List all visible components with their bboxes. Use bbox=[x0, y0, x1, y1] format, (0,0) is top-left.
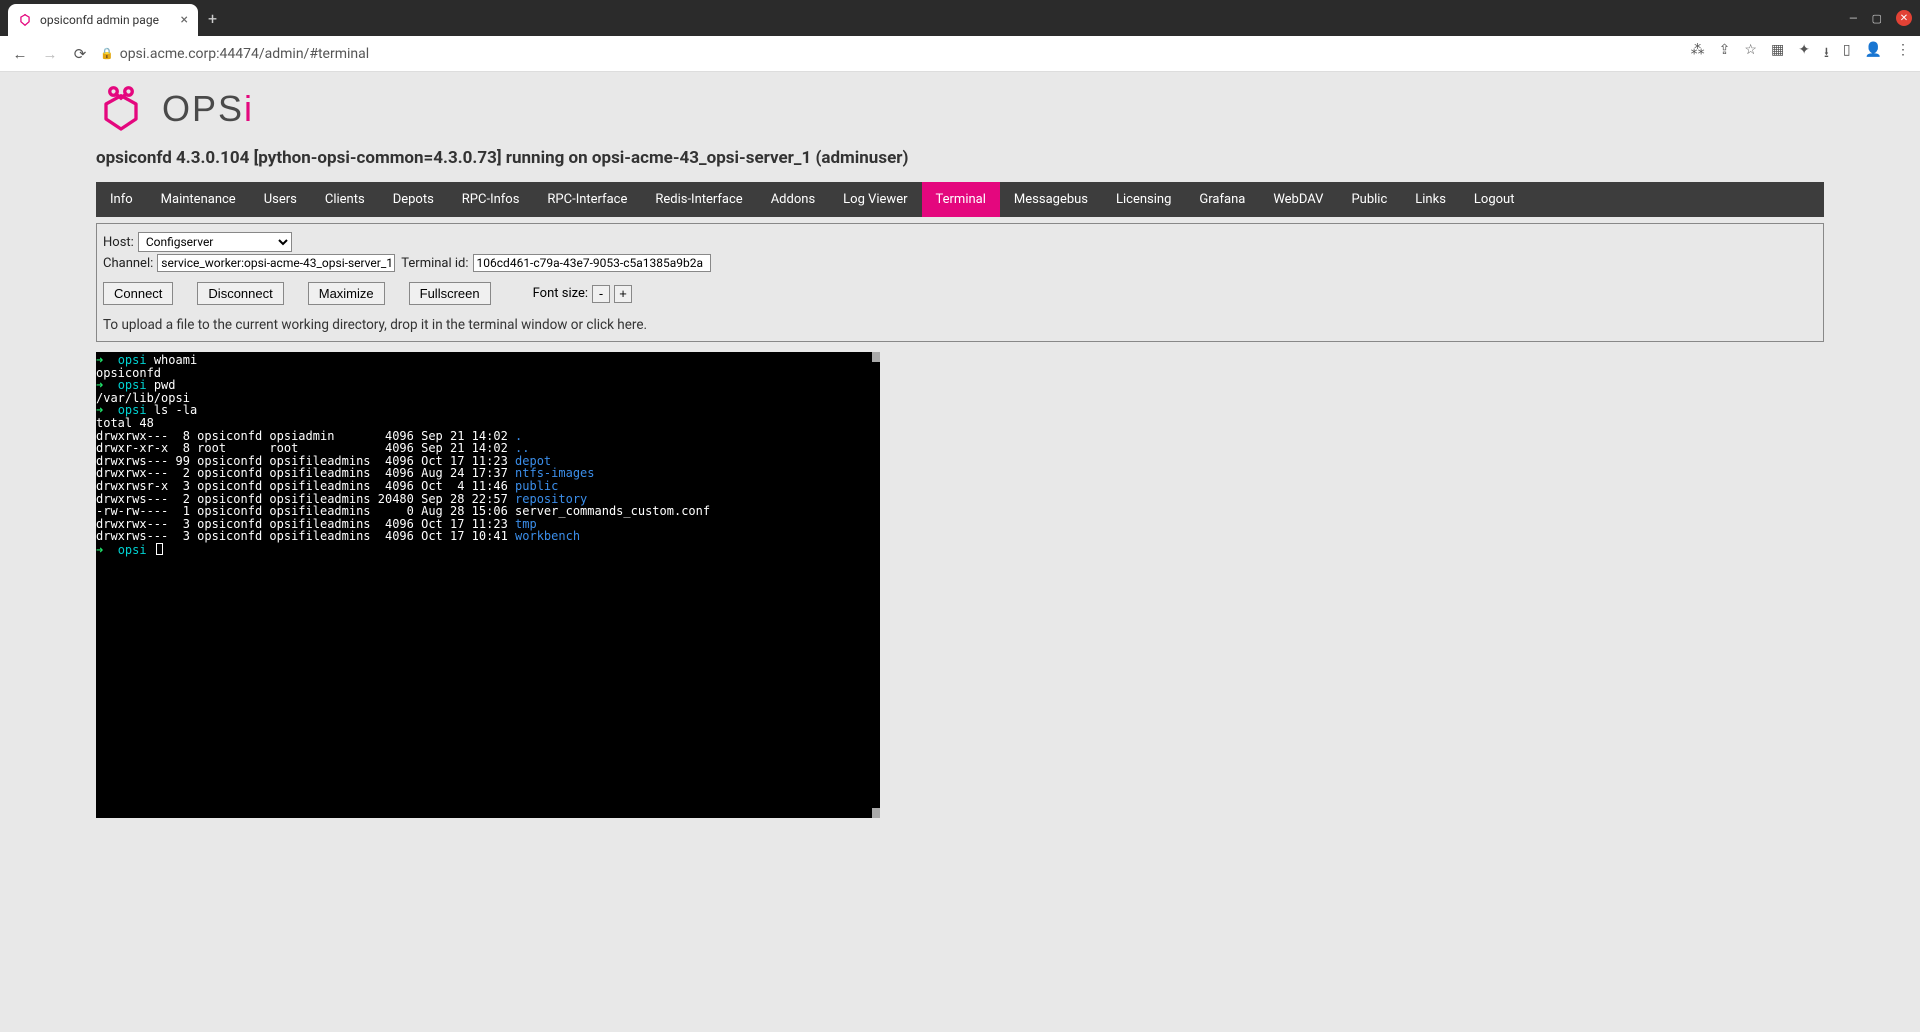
logo-text: OPSi bbox=[162, 88, 254, 130]
tab-addons[interactable]: Addons bbox=[757, 182, 829, 217]
nav-forward-icon[interactable]: → bbox=[40, 45, 60, 63]
page-title: opsiconfd 4.3.0.104 [python-opsi-common=… bbox=[96, 148, 1824, 168]
tab-messagebus[interactable]: Messagebus bbox=[1000, 182, 1102, 217]
tab-grafana[interactable]: Grafana bbox=[1185, 182, 1259, 217]
nav-reload-icon[interactable]: ⟳ bbox=[70, 45, 90, 63]
window-controls: — ▢ ✕ bbox=[1849, 10, 1912, 26]
tab-depots[interactable]: Depots bbox=[379, 182, 448, 217]
tab-rpc-infos[interactable]: RPC-Infos bbox=[448, 182, 534, 217]
channel-input[interactable] bbox=[157, 254, 395, 272]
nav-back-icon[interactable]: ← bbox=[10, 45, 30, 63]
download-icon[interactable]: ⭳ bbox=[1824, 42, 1829, 66]
terminal-window[interactable]: ➜ opsi whoami opsiconfd ➜ opsi pwd /var/… bbox=[96, 352, 880, 818]
lock-icon: 🔒 bbox=[100, 47, 114, 60]
tab-title: opsiconfd admin page bbox=[40, 13, 159, 27]
browser-tab[interactable]: opsiconfd admin page × bbox=[8, 4, 198, 36]
connect-button[interactable]: Connect bbox=[103, 282, 173, 305]
tab-close-icon[interactable]: × bbox=[181, 12, 188, 28]
tab-redis-interface[interactable]: Redis-Interface bbox=[641, 182, 756, 217]
host-label: Host: bbox=[103, 235, 134, 250]
tab-info[interactable]: Info bbox=[96, 182, 147, 217]
tab-licensing[interactable]: Licensing bbox=[1102, 182, 1185, 217]
fontsize-label: Font size: bbox=[533, 286, 588, 301]
extensions-icon[interactable]: ✦ bbox=[1798, 42, 1810, 66]
host-select[interactable]: Configserver bbox=[138, 232, 292, 252]
menu-icon[interactable]: ⋮ bbox=[1896, 42, 1910, 66]
page-content: OPSi opsiconfd 4.3.0.104 [python-opsi-co… bbox=[0, 72, 1920, 818]
tab-logout[interactable]: Logout bbox=[1460, 182, 1529, 217]
tab-webdav[interactable]: WebDAV bbox=[1259, 182, 1337, 217]
star-icon[interactable]: ☆ bbox=[1744, 42, 1757, 66]
browser-toolbar: ← → ⟳ 🔒 opsi.acme.corp:44474/admin/#term… bbox=[0, 36, 1920, 72]
profile-icon[interactable]: 👤 bbox=[1865, 42, 1882, 66]
tab-clients[interactable]: Clients bbox=[311, 182, 379, 217]
nav-tabs: Info Maintenance Users Clients Depots RP… bbox=[96, 182, 1824, 217]
tab-users[interactable]: Users bbox=[250, 182, 311, 217]
opsi-logo-icon bbox=[96, 84, 146, 134]
opsi-favicon-icon bbox=[18, 13, 32, 27]
new-tab-button[interactable]: + bbox=[208, 9, 217, 28]
window-minimize-icon[interactable]: — bbox=[1849, 12, 1858, 25]
tab-public[interactable]: Public bbox=[1337, 182, 1401, 217]
channel-label: Channel: bbox=[103, 256, 153, 271]
toolbar-right: ⁂ ⇪ ☆ ▦ ✦ ⭳ ▯ 👤 ⋮ bbox=[1691, 42, 1910, 66]
window-close-icon[interactable]: ✕ bbox=[1896, 10, 1912, 26]
share-icon[interactable]: ⇪ bbox=[1719, 42, 1731, 66]
window-maximize-icon[interactable]: ▢ bbox=[1872, 12, 1882, 25]
fullscreen-button[interactable]: Fullscreen bbox=[409, 282, 491, 305]
browser-titlebar: opsiconfd admin page × + — ▢ ✕ bbox=[0, 0, 1920, 36]
upload-click-here-link[interactable]: click here bbox=[586, 317, 643, 333]
fontsize-decrease-button[interactable]: - bbox=[592, 285, 610, 303]
terminal-id-label: Terminal id: bbox=[401, 256, 468, 271]
logo: OPSi bbox=[96, 84, 1824, 134]
url-text: opsi.acme.corp:44474/admin/#terminal bbox=[120, 46, 369, 62]
maximize-button[interactable]: Maximize bbox=[308, 282, 385, 305]
tab-rpc-interface[interactable]: RPC-Interface bbox=[533, 182, 641, 217]
terminal-cursor bbox=[156, 543, 163, 555]
terminal-panel: Host: Configserver Channel: Terminal id:… bbox=[96, 223, 1824, 342]
scroll-thumb-bottom[interactable] bbox=[872, 808, 880, 818]
translate-icon[interactable]: ⁂ bbox=[1691, 42, 1705, 66]
tab-links[interactable]: Links bbox=[1401, 182, 1460, 217]
terminal-id-input[interactable] bbox=[473, 254, 711, 272]
tab-terminal[interactable]: Terminal bbox=[922, 182, 1000, 217]
qr-icon[interactable]: ▦ bbox=[1771, 42, 1784, 66]
panel-icon[interactable]: ▯ bbox=[1843, 42, 1851, 66]
address-bar[interactable]: 🔒 opsi.acme.corp:44474/admin/#terminal bbox=[100, 46, 369, 62]
upload-hint: To upload a file to the current working … bbox=[103, 317, 1817, 333]
tab-maintenance[interactable]: Maintenance bbox=[147, 182, 250, 217]
terminal-scrollbar[interactable] bbox=[870, 352, 880, 818]
scroll-thumb-top[interactable] bbox=[872, 352, 880, 362]
tab-log-viewer[interactable]: Log Viewer bbox=[829, 182, 921, 217]
disconnect-button[interactable]: Disconnect bbox=[197, 282, 283, 305]
fontsize-increase-button[interactable]: + bbox=[614, 285, 632, 303]
